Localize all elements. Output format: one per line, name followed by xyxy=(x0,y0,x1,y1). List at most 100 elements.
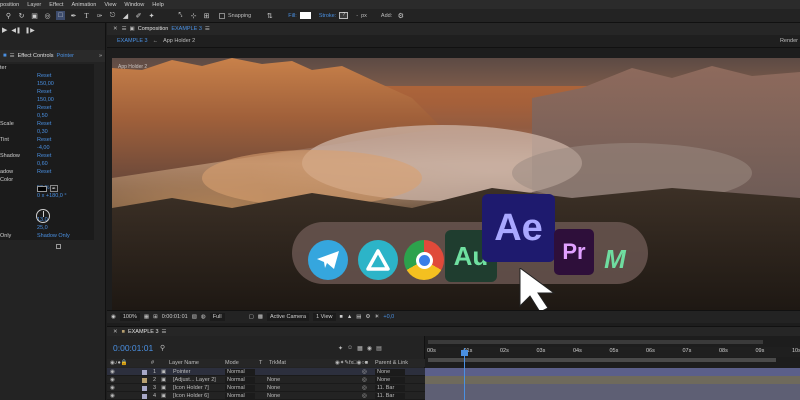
type-tool-icon[interactable]: T xyxy=(82,11,91,20)
tab-example-3[interactable]: EXAMPLE 3 xyxy=(117,38,148,44)
time-ruler[interactable]: 00s01s02s03s04s05s06s07s08s09s10s xyxy=(425,347,800,357)
layer-name[interactable]: [Icon Holder 6] xyxy=(173,393,209,399)
layer-name[interactable]: [Icon Holder 7] xyxy=(173,385,209,391)
layer-row[interactable]: ◉ 4 ▣ [Icon Holder 6] Normal None ◎ 11. Bar xyxy=(107,392,425,400)
resolution-select[interactable]: Full xyxy=(209,313,225,321)
rectangle-tool-icon[interactable]: □ xyxy=(56,11,65,20)
layer-mode-select[interactable]: Normal xyxy=(225,377,255,383)
current-time[interactable]: 0:00:01:01 xyxy=(162,314,188,320)
roto-brush-tool-icon[interactable]: ✐ xyxy=(134,11,143,20)
renderer-label[interactable]: Render xyxy=(780,38,798,44)
effect-control-value[interactable]: Shadow Only xyxy=(37,233,70,239)
layer-parent-icon[interactable]: ◎ xyxy=(362,385,367,391)
brush-tool-icon[interactable]: ✑ xyxy=(95,11,104,20)
menu-item-view[interactable]: View xyxy=(104,2,116,8)
menu-item-composition[interactable]: position xyxy=(0,2,19,8)
layer-trkmat-select[interactable]: None xyxy=(267,393,280,399)
eraser-tool-icon[interactable]: ◢ xyxy=(121,11,130,20)
show-snapshot-icon[interactable]: ◍ xyxy=(201,314,206,320)
timeline-icon[interactable]: ▤ xyxy=(356,314,361,320)
transparency-grid-icon[interactable]: ▩ xyxy=(258,314,263,320)
layer-mode-select[interactable]: Normal xyxy=(225,393,255,399)
panel-menu-icon[interactable]: ■ xyxy=(3,53,7,59)
effect-control-value[interactable]: Reset xyxy=(37,153,51,159)
shadow-only-checkbox[interactable] xyxy=(56,244,61,249)
close-icon[interactable]: ✕ xyxy=(113,26,118,32)
effect-control-value[interactable]: Reset xyxy=(37,121,51,127)
view-layout-select[interactable]: 1 View xyxy=(313,313,336,321)
eyedropper-icon[interactable]: ✒ xyxy=(50,185,58,192)
rotate-tool-icon[interactable]: ↻ xyxy=(17,11,26,20)
play-icon[interactable]: ▶ xyxy=(2,26,7,34)
effect-control-value[interactable]: Reset xyxy=(37,89,51,95)
effect-control-value[interactable]: 150,00 xyxy=(37,97,54,103)
layer-parent-select[interactable]: 11. Bar xyxy=(375,385,405,391)
layer-parent-select[interactable]: None xyxy=(375,369,405,375)
menu-item-effect[interactable]: Effect xyxy=(49,2,63,8)
exposure-icon[interactable]: ☀ xyxy=(374,314,379,320)
frame-blending-icon[interactable]: ▦ xyxy=(357,345,363,352)
effect-control-value[interactable]: 0,50 xyxy=(37,113,48,119)
close-icon[interactable]: ✕ xyxy=(113,329,118,335)
time-navigator[interactable] xyxy=(428,340,763,344)
composition-name[interactable]: EXAMPLE 3 xyxy=(171,26,202,32)
graph-editor-icon[interactable]: ▤ xyxy=(376,345,382,352)
always-preview-icon[interactable]: ◉ xyxy=(111,314,116,320)
zoom-tool-icon[interactable]: ⚲ xyxy=(4,11,13,20)
layer-row[interactable]: ◉ 2 ▣ [Adjust... Layer 2] Normal None ◎ None xyxy=(107,376,425,384)
snap-options-icon[interactable]: ⇅ xyxy=(265,11,274,20)
layer-parent-icon[interactable]: ◎ xyxy=(362,377,367,383)
panel-menu-icon[interactable]: ☰ xyxy=(122,26,127,32)
layer-duration-bar[interactable] xyxy=(425,384,800,392)
step-back-icon[interactable]: ◀❚ xyxy=(11,27,21,34)
layer-label-color[interactable] xyxy=(142,369,147,375)
menu-item-window[interactable]: Window xyxy=(124,2,144,8)
toggle-pixel-icon[interactable]: ■ xyxy=(340,314,343,320)
layer-visibility-icon[interactable]: ◉ xyxy=(110,385,115,391)
stroke-color-swatch[interactable]: ? xyxy=(339,12,349,19)
motion-blur-icon[interactable]: ◉ xyxy=(367,345,372,352)
layer-row[interactable]: ◉ 1 ▣ Pointer Normal ◎ None xyxy=(107,368,425,376)
layer-mode-select[interactable]: Normal xyxy=(225,385,255,391)
snapping-checkbox[interactable] xyxy=(219,12,225,19)
axis-world-icon[interactable]: ⤣ xyxy=(176,11,185,20)
layer-label-color[interactable] xyxy=(142,377,147,383)
layer-visibility-icon[interactable]: ◉ xyxy=(110,369,115,375)
effect-control-value[interactable]: 0,30 xyxy=(37,129,48,135)
layer-visibility-icon[interactable]: ◉ xyxy=(110,393,115,399)
layer-parent-icon[interactable]: ◎ xyxy=(362,393,367,399)
effect-control-value[interactable]: 150,00 xyxy=(37,81,54,87)
effect-control-value[interactable]: -4,00 xyxy=(37,145,50,151)
layer-visibility-icon[interactable]: ◉ xyxy=(110,377,115,383)
pan-behind-tool-icon[interactable]: ◎ xyxy=(43,11,52,20)
layer-row[interactable]: ◉ 3 ▣ [Icon Holder 7] Normal None ◎ 11. Bar xyxy=(107,384,425,392)
effect-control-value[interactable]: Reset xyxy=(37,105,51,111)
step-forward-icon[interactable]: ❚▶ xyxy=(25,27,35,34)
timeline-comp-tab[interactable]: EXAMPLE 3 xyxy=(128,329,159,335)
pen-tool-icon[interactable]: ✒ xyxy=(69,11,78,20)
layer-duration-bar[interactable] xyxy=(425,392,800,400)
angle-dial[interactable] xyxy=(36,209,50,223)
layer-trkmat-select[interactable]: None xyxy=(267,385,280,391)
shy-icon[interactable]: ☺ xyxy=(347,345,353,352)
effect-control-value[interactable]: Reset xyxy=(37,73,51,79)
menu-item-layer[interactable]: Layer xyxy=(27,2,41,8)
clone-stamp-tool-icon[interactable]: ⎋ xyxy=(108,11,117,20)
camera-select[interactable]: Active Camera xyxy=(267,313,310,321)
timeline-search-icon[interactable]: ⚲ xyxy=(160,344,165,352)
fit-icon[interactable]: ▦ xyxy=(144,314,149,320)
layer-label-color[interactable] xyxy=(142,385,147,391)
layer-parent-icon[interactable]: ◎ xyxy=(362,369,367,375)
exposure-value[interactable]: +0,0 xyxy=(383,314,394,320)
draft-3d-icon[interactable]: ✦ xyxy=(338,345,343,352)
layer-duration-bar[interactable] xyxy=(425,376,800,384)
work-area-bar[interactable] xyxy=(428,358,776,362)
layer-duration-bar[interactable] xyxy=(425,368,800,376)
composition-viewer[interactable]: App Holder 2 Au Ae Pr M xyxy=(112,58,800,310)
layer-mode-select[interactable]: Normal xyxy=(225,369,255,375)
layer-name[interactable]: [Adjust... Layer 2] xyxy=(173,377,216,383)
zoom-select[interactable]: 100% xyxy=(119,313,140,321)
shadow-color-swatch[interactable] xyxy=(37,186,47,192)
effect-control-value[interactable]: 0,60 xyxy=(37,161,48,167)
safe-area-icon[interactable]: ⊞ xyxy=(153,314,158,320)
